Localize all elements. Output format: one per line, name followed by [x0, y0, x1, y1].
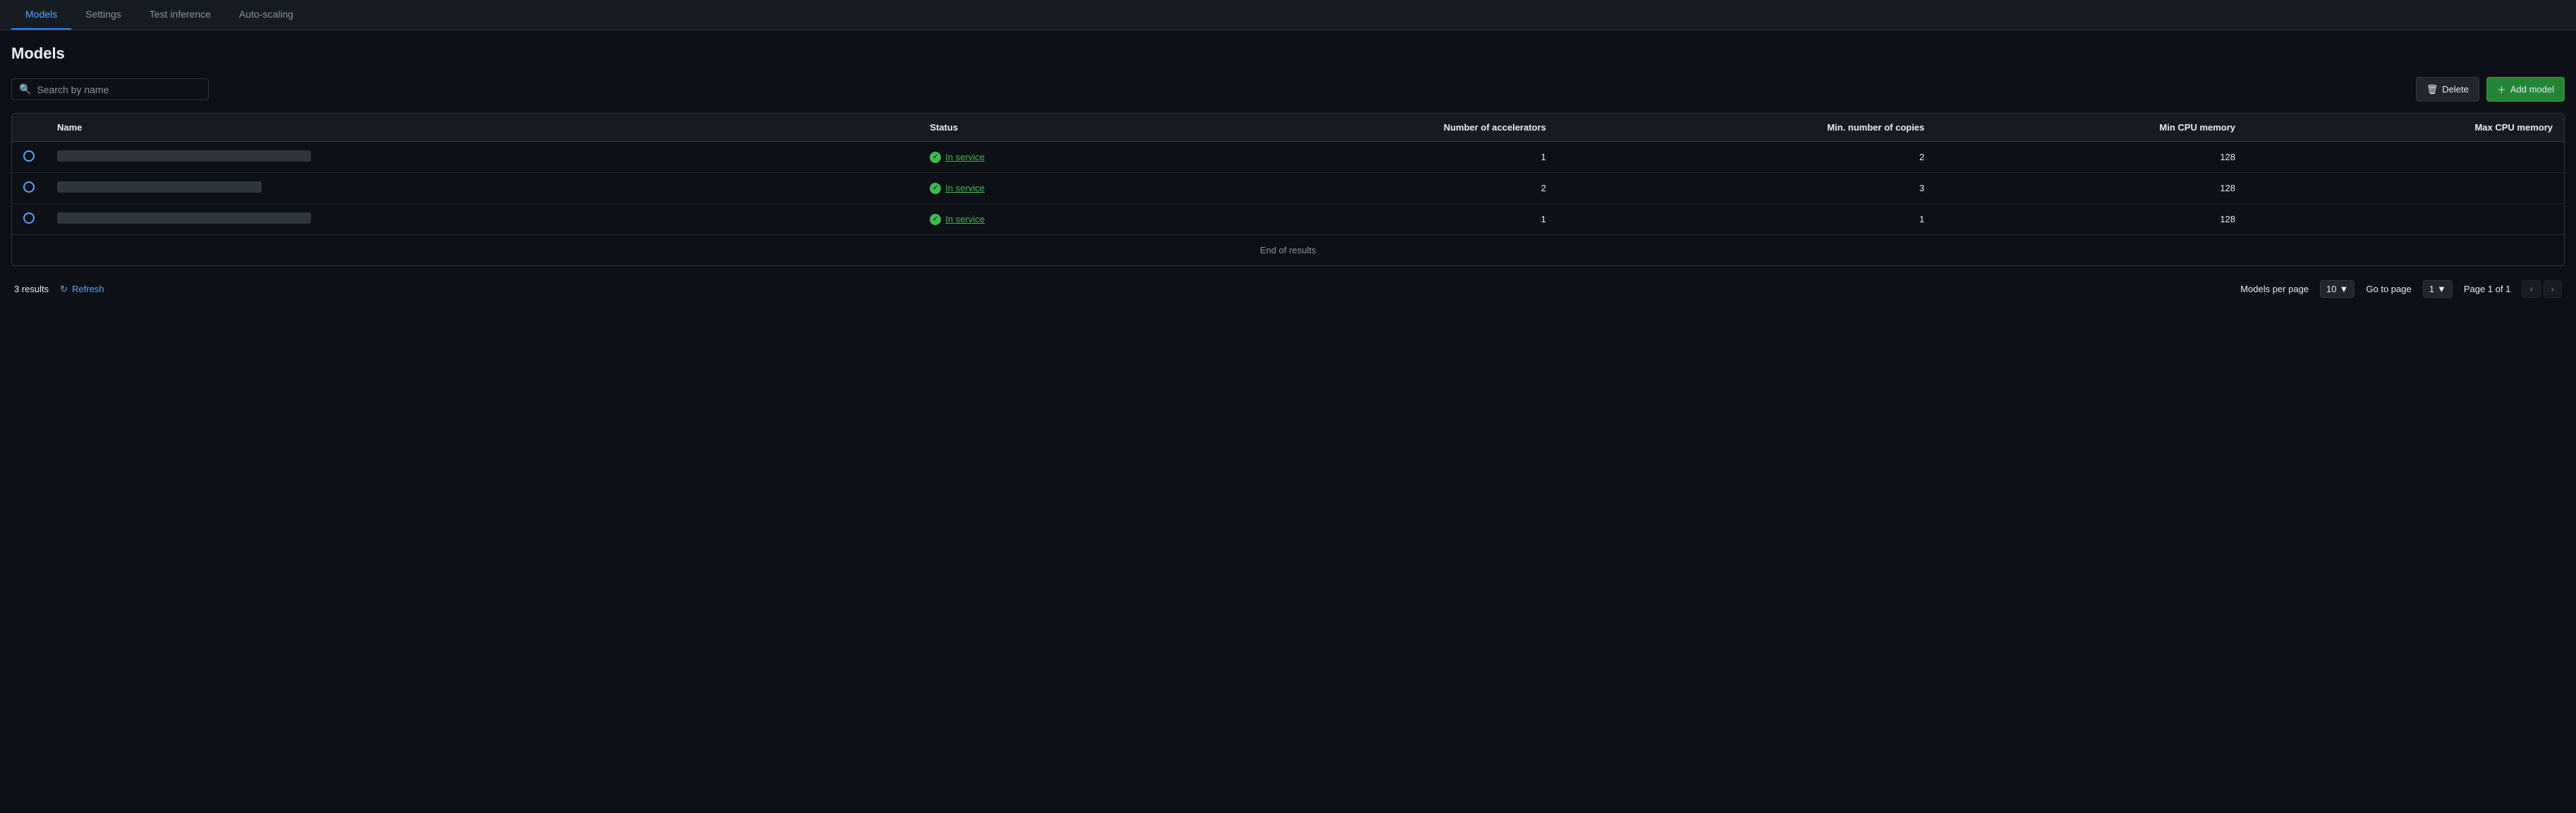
search-container: 🔍 [11, 78, 209, 100]
row-max-cpu-2 [2247, 173, 2564, 204]
radio-button-1[interactable] [23, 150, 35, 162]
col-max-cpu: Max CPU memory [2247, 114, 2564, 142]
row-name-2 [46, 173, 918, 204]
row-select-1[interactable] [12, 142, 46, 173]
status-label-1[interactable]: In service [945, 152, 985, 162]
plus-icon: ＋ [2497, 83, 2506, 96]
table-row: ✓ In service 2 3 128 [12, 173, 2564, 204]
tab-auto-scaling[interactable]: Auto-scaling [225, 0, 308, 30]
col-min-copies: Min. number of copies [1557, 114, 1936, 142]
models-table: Name Status Number of accelerators Min. … [12, 114, 2564, 234]
per-page-select[interactable]: 10 ▼ [2320, 280, 2355, 298]
row-accelerators-2: 2 [1162, 173, 1557, 204]
page-title: Models [11, 44, 2565, 63]
col-select [12, 114, 46, 142]
refresh-button[interactable]: ↻ Refresh [60, 284, 104, 295]
go-to-page-label: Go to page [2366, 284, 2411, 294]
search-icon: 🔍 [19, 83, 31, 95]
add-model-button[interactable]: ＋ Add model [2486, 77, 2565, 102]
refresh-label: Refresh [72, 284, 104, 294]
tab-test-inference[interactable]: Test inference [135, 0, 225, 30]
row-max-cpu-3 [2247, 204, 2564, 235]
row-select-3[interactable] [12, 204, 46, 235]
table-row: ✓ In service 1 2 128 [12, 142, 2564, 173]
pagination-nav: ‹ › [2522, 280, 2562, 298]
row-status-2[interactable]: ✓ In service [918, 173, 1162, 204]
row-min-cpu-3: 128 [1936, 204, 2247, 235]
row-min-copies-3: 1 [1557, 204, 1936, 235]
prev-page-button[interactable]: ‹ [2522, 280, 2540, 298]
footer-left: 3 results ↻ Refresh [14, 284, 104, 295]
per-page-label: Models per page [2240, 284, 2309, 294]
table-body: ✓ In service 1 2 128 [12, 142, 2564, 235]
status-label-3[interactable]: In service [945, 214, 985, 224]
row-status-3[interactable]: ✓ In service [918, 204, 1162, 235]
name-placeholder-2 [57, 181, 262, 193]
row-max-cpu-1 [2247, 142, 2564, 173]
tabs-bar: Models Settings Test inference Auto-scal… [0, 0, 2576, 30]
go-to-page-select[interactable]: 1 ▼ [2423, 280, 2453, 298]
tab-settings[interactable]: Settings [71, 0, 135, 30]
per-page-value: 10 [2326, 284, 2336, 294]
page-info: Page 1 of 1 [2464, 284, 2511, 294]
table-footer: 3 results ↻ Refresh Models per page 10 ▼… [11, 272, 2565, 306]
tab-models[interactable]: Models [11, 0, 71, 30]
row-min-copies-2: 3 [1557, 173, 1936, 204]
name-placeholder-3 [57, 212, 311, 224]
end-of-results: End of results [12, 234, 2564, 265]
footer-right: Models per page 10 ▼ Go to page 1 ▼ Page… [2240, 280, 2562, 298]
toolbar-actions: 🗑 Delete ＋ Add model [2416, 77, 2565, 102]
row-accelerators-1: 1 [1162, 142, 1557, 173]
status-icon-2: ✓ [930, 183, 941, 194]
search-input[interactable] [37, 84, 201, 95]
refresh-icon: ↻ [60, 284, 68, 295]
go-to-page-value: 1 [2429, 284, 2434, 294]
add-model-label: Add model [2510, 84, 2554, 95]
results-count: 3 results [14, 284, 49, 294]
row-status-1[interactable]: ✓ In service [918, 142, 1162, 173]
delete-button[interactable]: 🗑 Delete [2416, 77, 2479, 102]
status-label-2[interactable]: In service [945, 183, 985, 193]
status-icon-3: ✓ [930, 214, 941, 225]
col-accelerators: Number of accelerators [1162, 114, 1557, 142]
row-name-3 [46, 204, 918, 235]
row-name-1 [46, 142, 918, 173]
col-name: Name [46, 114, 918, 142]
status-icon-1: ✓ [930, 152, 941, 163]
page-content: Models 🔍 🗑 Delete ＋ Add model Name S [0, 30, 2576, 320]
row-min-cpu-2: 128 [1936, 173, 2247, 204]
col-status: Status [918, 114, 1162, 142]
name-placeholder-1 [57, 150, 311, 162]
row-accelerators-3: 1 [1162, 204, 1557, 235]
next-page-button[interactable]: › [2544, 280, 2562, 298]
per-page-dropdown-arrow: ▼ [2340, 284, 2349, 294]
toolbar: 🔍 🗑 Delete ＋ Add model [11, 77, 2565, 102]
col-min-cpu: Min CPU memory [1936, 114, 2247, 142]
table-container: Name Status Number of accelerators Min. … [11, 113, 2565, 266]
go-to-page-dropdown-arrow: ▼ [2437, 284, 2446, 294]
row-select-2[interactable] [12, 173, 46, 204]
trash-icon: 🗑 [2426, 84, 2438, 95]
row-min-cpu-1: 128 [1936, 142, 2247, 173]
table-header: Name Status Number of accelerators Min. … [12, 114, 2564, 142]
radio-button-3[interactable] [23, 212, 35, 224]
row-min-copies-1: 2 [1557, 142, 1936, 173]
table-row: ✓ In service 1 1 128 [12, 204, 2564, 235]
delete-label: Delete [2442, 84, 2469, 95]
radio-button-2[interactable] [23, 181, 35, 193]
